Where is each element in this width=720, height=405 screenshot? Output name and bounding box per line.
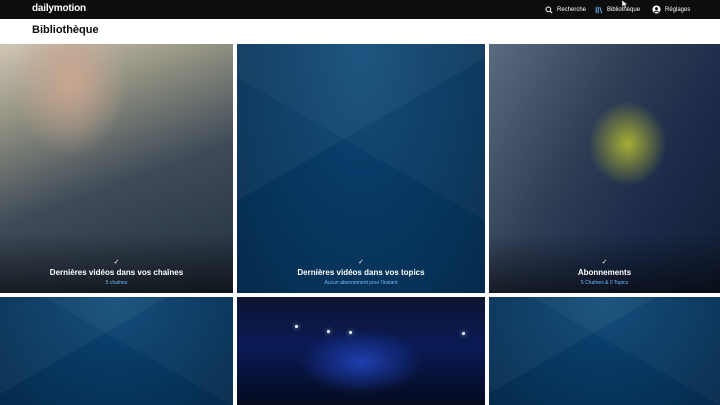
library-grid: ✓ Dernières vidéos dans vos chaînes 5 ch…: [0, 44, 720, 405]
card-title: Dernières vidéos dans vos topics: [297, 268, 425, 277]
card-row2-1[interactable]: [0, 297, 233, 405]
card-pattern: [489, 297, 720, 405]
card-subtitle[interactable]: Aucun abonnement pour l'instant: [237, 279, 485, 287]
card-subtitle[interactable]: 5 chaînes: [0, 279, 233, 287]
settings-avatar-icon: [652, 5, 661, 14]
light-flare: [295, 325, 298, 328]
nav-settings[interactable]: Réglages: [652, 0, 690, 19]
card-pattern: [0, 297, 233, 405]
check-icon: ✓: [113, 259, 120, 266]
card-caption: ✓ Abonnements 5 Chaînes & 0 Topics: [489, 259, 720, 287]
search-icon: [545, 5, 553, 14]
light-flare: [349, 331, 352, 334]
nav-search[interactable]: Recherche: [545, 0, 586, 19]
card-pattern: [237, 44, 485, 293]
card-title: Abonnements: [577, 268, 632, 277]
card-title: Dernières vidéos dans vos chaînes: [49, 268, 184, 277]
check-icon: ✓: [358, 259, 364, 266]
card-caption: ✓ Dernières vidéos dans vos chaînes 5 ch…: [0, 259, 233, 287]
page-header: Bibliothèque: [0, 19, 720, 44]
nav-search-label: Recherche: [557, 6, 587, 13]
card-subscriptions[interactable]: ✓ Abonnements 5 Chaînes & 0 Topics: [489, 44, 720, 293]
dailymotion-logo[interactable]: dailymotion: [32, 3, 86, 14]
card-thumbnail-image: [237, 297, 485, 405]
mouse-cursor-icon: [622, 0, 629, 9]
card-row2-2[interactable]: [237, 297, 485, 405]
light-flare: [462, 332, 465, 335]
card-subtitle[interactable]: 5 Chaînes & 0 Topics: [489, 279, 720, 287]
card-caption: ✓ Dernières vidéos dans vos topics Aucun…: [237, 259, 485, 287]
card-latest-channel-videos[interactable]: ✓ Dernières vidéos dans vos chaînes 5 ch…: [0, 44, 233, 293]
top-bar: dailymotion Recherche Bibliothèque Régla…: [0, 0, 720, 19]
card-latest-topic-videos[interactable]: ✓ Dernières vidéos dans vos topics Aucun…: [237, 44, 485, 293]
library-icon: [595, 6, 603, 13]
card-row2-3[interactable]: [489, 297, 720, 405]
check-icon: ✓: [601, 259, 608, 266]
nav-library[interactable]: Bibliothèque: [595, 0, 640, 19]
page-title: Bibliothèque: [32, 24, 99, 36]
light-flare: [327, 330, 330, 333]
nav-settings-label: Réglages: [665, 6, 691, 13]
